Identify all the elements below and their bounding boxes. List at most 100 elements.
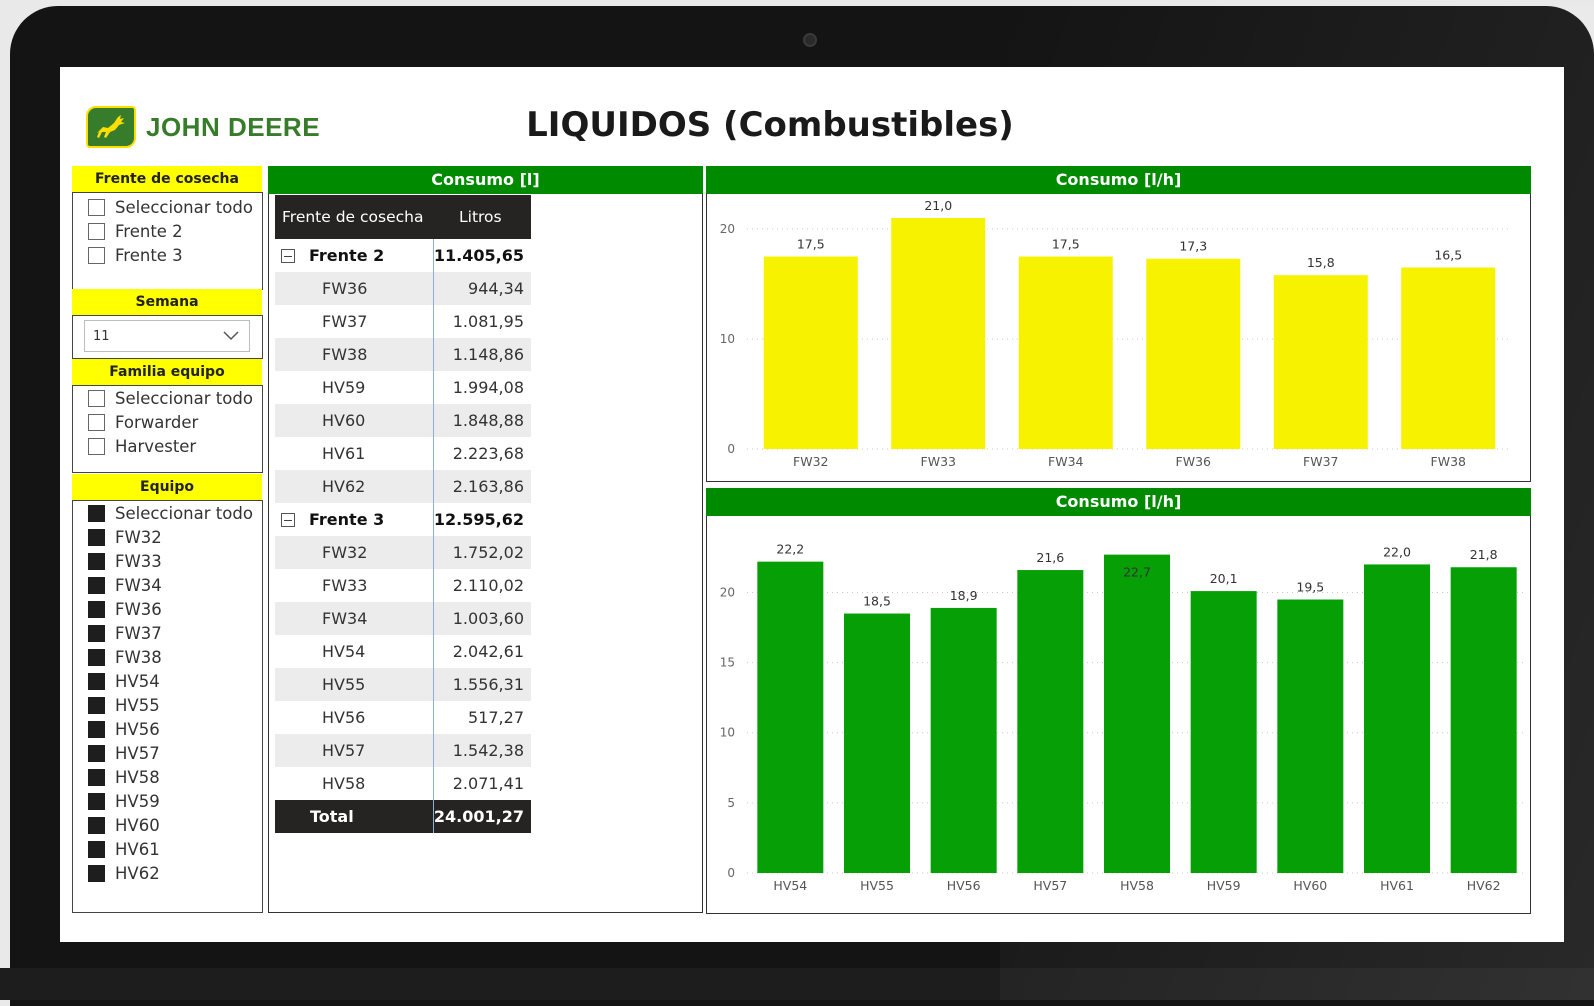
data-label: 17,5 [797, 237, 825, 252]
bar[interactable] [1273, 275, 1368, 449]
consumo-fw-bar-chart: 0 10 20 17,5 FW32 21,0 FW33 17,5 FW34 17,3 FW36 15,… [720, 198, 1512, 469]
equipo-option[interactable]: FW33 [73, 549, 262, 573]
equipo-option[interactable]: HV58 [73, 765, 262, 789]
checkbox-icon[interactable] [88, 672, 105, 690]
table-group-row: Frente 3 12.595,62 [275, 503, 531, 536]
familia-option[interactable]: Seleccionar todo [73, 386, 262, 410]
table-row: FW38 1.148,86 [275, 338, 531, 371]
checkbox-icon[interactable] [88, 246, 105, 264]
litros-cell: 1.542,38 [433, 734, 531, 767]
collapse-icon[interactable] [281, 512, 295, 527]
checkbox-icon[interactable] [88, 624, 105, 642]
checkbox-icon[interactable] [88, 792, 105, 810]
webcam [803, 33, 817, 47]
chart2-title: Consumo [l/h] [706, 488, 1531, 516]
checkbox-icon[interactable] [88, 222, 105, 240]
frente-option[interactable]: Frente 2 [73, 219, 262, 243]
equipo-option[interactable]: HV57 [73, 741, 262, 765]
checkbox-icon[interactable] [88, 696, 105, 714]
column-header-litros[interactable]: Litros [433, 208, 531, 226]
semana-slicer-title: Semana [72, 289, 262, 315]
equipo-option[interactable]: FW38 [73, 645, 262, 669]
checkbox-icon[interactable] [88, 864, 105, 882]
checkbox-icon[interactable] [88, 198, 105, 216]
bar[interactable] [1364, 564, 1430, 873]
equipo-cell: FW36 [322, 279, 368, 298]
equipo-option-label: FW38 [115, 647, 162, 667]
familia-option[interactable]: Harvester [73, 434, 262, 458]
laptop-base [0, 968, 1594, 1000]
bar[interactable] [891, 218, 986, 449]
x-tick-label: HV59 [1207, 878, 1241, 893]
checkbox-icon[interactable] [88, 744, 105, 762]
consumo-table: Frente de cosecha Litros Frente 2 11.405,… [275, 195, 531, 833]
total-value: 24.001,27 [433, 800, 531, 833]
y-tick-label: 10 [720, 332, 735, 346]
bar[interactable] [1401, 267, 1496, 450]
table-row: HV61 2.223,68 [275, 437, 531, 470]
page-title: LIQUIDOS (Combustibles) [526, 105, 1014, 145]
table-header-row: Frente de cosecha Litros [275, 195, 531, 239]
column-header-frente[interactable]: Frente de cosecha [275, 208, 433, 226]
x-tick-label: FW32 [793, 454, 828, 469]
semana-dropdown[interactable]: 11 [84, 320, 250, 352]
bar[interactable] [757, 561, 824, 873]
equipo-cell: HV58 [322, 774, 366, 793]
checkbox-icon[interactable] [88, 389, 105, 407]
checkbox-icon[interactable] [88, 768, 105, 786]
checkbox-icon[interactable] [88, 504, 105, 522]
checkbox-icon[interactable] [88, 528, 105, 546]
y-tick-label: 20 [720, 585, 735, 599]
frente-option[interactable]: Frente 3 [73, 243, 262, 267]
bar[interactable] [763, 256, 858, 450]
data-label: 22,2 [776, 542, 804, 557]
equipo-option[interactable]: FW37 [73, 621, 262, 645]
litros-cell: 1.148,86 [433, 338, 531, 371]
checkbox-icon[interactable] [88, 840, 105, 858]
checkbox-icon[interactable] [88, 576, 105, 594]
checkbox-icon[interactable] [88, 648, 105, 666]
equipo-option[interactable]: HV60 [73, 813, 262, 837]
bar[interactable] [844, 613, 910, 873]
equipo-option[interactable]: HV62 [73, 861, 262, 885]
familia-slicer-title: Familia equipo [72, 359, 262, 385]
table-total-row: Total 24.001,27 [275, 800, 531, 833]
equipo-option[interactable]: HV61 [73, 837, 262, 861]
bar[interactable] [1190, 591, 1257, 873]
collapse-icon[interactable] [281, 248, 295, 263]
familia-option[interactable]: Forwarder [73, 410, 262, 434]
equipo-option[interactable]: FW32 [73, 525, 262, 549]
checkbox-icon[interactable] [88, 816, 105, 834]
checkbox-icon[interactable] [88, 437, 105, 455]
equipo-cell: HV57 [322, 741, 366, 760]
litros-cell: 2.042,61 [433, 635, 531, 668]
bar[interactable] [1017, 570, 1084, 873]
equipo-option[interactable]: HV59 [73, 789, 262, 813]
bar[interactable] [1277, 599, 1344, 873]
data-label: 17,5 [1052, 237, 1080, 252]
equipo-option[interactable]: HV54 [73, 669, 262, 693]
checkbox-icon[interactable] [88, 600, 105, 618]
equipo-option[interactable]: FW34 [73, 573, 262, 597]
equipo-option-label: HV62 [115, 863, 160, 883]
equipo-cell: FW33 [322, 576, 368, 595]
equipo-option[interactable]: HV56 [73, 717, 262, 741]
x-tick-label: FW36 [1176, 454, 1212, 469]
bar[interactable] [1146, 258, 1241, 449]
x-tick-label: HV60 [1293, 878, 1327, 893]
checkbox-icon[interactable] [88, 720, 105, 738]
chevron-down-icon [223, 331, 239, 341]
bar[interactable] [1450, 567, 1517, 873]
frente-option[interactable]: Seleccionar todo [73, 195, 262, 219]
bar[interactable] [1104, 554, 1170, 873]
data-label: 21,0 [924, 198, 952, 213]
equipo-option[interactable]: HV55 [73, 693, 262, 717]
checkbox-icon[interactable] [88, 552, 105, 570]
bar[interactable] [1018, 256, 1113, 450]
bar[interactable] [930, 607, 997, 873]
litros-cell: 2.223,68 [433, 437, 531, 470]
checkbox-icon[interactable] [88, 413, 105, 431]
equipo-option[interactable]: Seleccionar todo [73, 501, 262, 525]
equipo-option[interactable]: FW36 [73, 597, 262, 621]
equipo-option-label: HV55 [115, 695, 160, 715]
